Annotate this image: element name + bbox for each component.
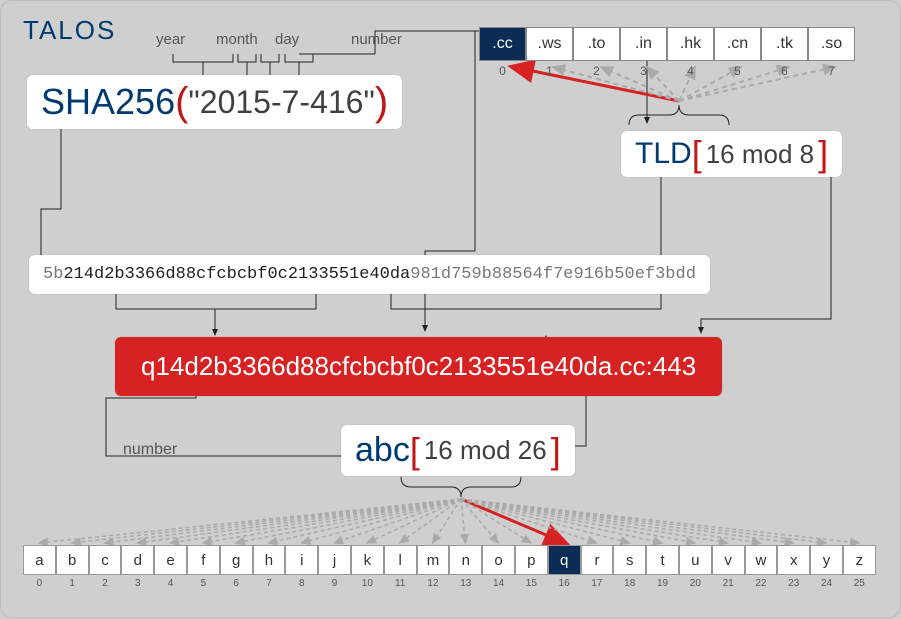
tld-cell-1: .ws1 xyxy=(526,27,573,61)
alpha-idx-6: 6 xyxy=(221,578,252,589)
alpha-cell-t: t19 xyxy=(646,545,679,575)
paren-open: ( xyxy=(175,86,188,118)
tld-idx-0: 0 xyxy=(480,64,525,78)
tld-idx-6: 6 xyxy=(762,64,807,78)
alpha-cell-y: y24 xyxy=(810,545,843,575)
abc-box: abc [ 16 mod 26 ] xyxy=(341,425,575,476)
alpha-idx-23: 23 xyxy=(778,578,809,589)
alpha-idx-4: 4 xyxy=(155,578,186,589)
hash-p3: 981d759b88564f7e916b50ef3bdd xyxy=(410,265,696,284)
alpha-idx-24: 24 xyxy=(811,578,842,589)
alpha-idx-7: 7 xyxy=(254,578,285,589)
alpha-idx-14: 14 xyxy=(483,578,514,589)
alpha-idx-25: 25 xyxy=(844,578,875,589)
tld-idx-1: 1 xyxy=(527,64,572,78)
alpha-idx-22: 22 xyxy=(746,578,777,589)
alpha-cell-d: d3 xyxy=(121,545,154,575)
tld-cell-2: .to2 xyxy=(573,27,620,61)
alpha-cell-n: n13 xyxy=(449,545,482,575)
alpha-cell-r: r17 xyxy=(581,545,614,575)
alpha-cell-i: i8 xyxy=(285,545,318,575)
alpha-cell-x: x23 xyxy=(777,545,810,575)
alpha-cell-w: w22 xyxy=(745,545,778,575)
bracket-open: [ xyxy=(692,141,702,166)
alpha-cell-j: j9 xyxy=(318,545,351,575)
alpha-idx-8: 8 xyxy=(286,578,317,589)
tld-cell-5: .cn5 xyxy=(714,27,761,61)
alpha-cell-c: c2 xyxy=(89,545,122,575)
alpha-idx-11: 11 xyxy=(385,578,416,589)
alpha-cell-q: q16 xyxy=(548,545,581,575)
tld-cell-7: .so7 xyxy=(808,27,855,61)
alpha-cell-u: u20 xyxy=(679,545,712,575)
result-box: q14d2b3366d88cfcbcbf0c2133551e40da.cc:44… xyxy=(115,337,722,396)
tld-idx-7: 7 xyxy=(809,64,854,78)
label-month: month xyxy=(216,31,258,48)
tld-cell-4: .hk4 xyxy=(667,27,714,61)
label-number2: number xyxy=(123,441,177,459)
alpha-cell-f: f5 xyxy=(187,545,220,575)
alpha-cell-l: l11 xyxy=(384,545,417,575)
alpha-idx-3: 3 xyxy=(122,578,153,589)
alpha-idx-19: 19 xyxy=(647,578,678,589)
tld-idx-2: 2 xyxy=(574,64,619,78)
alpha-idx-18: 18 xyxy=(614,578,645,589)
hash-p2: 214d2b3366d88cfcbcbf0c2133551e40da xyxy=(63,265,410,284)
alpha-cell-o: o14 xyxy=(482,545,515,575)
sha256-box: SHA256 ( "2015-7-416" ) xyxy=(27,75,402,129)
alpha-cell-p: p15 xyxy=(515,545,548,575)
tld-label: TLD xyxy=(635,137,692,171)
logo: TALOS xyxy=(23,15,116,46)
alpha-idx-0: 0 xyxy=(24,578,55,589)
alpha-idx-20: 20 xyxy=(680,578,711,589)
bracket-close: ] xyxy=(818,141,828,166)
tld-table: .cc0.ws1.to2.in3.hk4.cn5.tk6.so7 xyxy=(479,27,855,61)
alpha-idx-17: 17 xyxy=(582,578,613,589)
tld-idx-3: 3 xyxy=(621,64,666,78)
alpha-cell-b: b1 xyxy=(56,545,89,575)
alpha-idx-16: 16 xyxy=(549,578,580,589)
sha256-input: "2015-7-416" xyxy=(188,84,374,121)
bracket-open-2: [ xyxy=(410,438,420,463)
alpha-table: a0b1c2d3e4f5g6h7i8j9k10l11m12n13o14p15q1… xyxy=(23,545,876,575)
alpha-cell-k: k10 xyxy=(351,545,384,575)
alpha-cell-a: a0 xyxy=(23,545,56,575)
tld-cell-0: .cc0 xyxy=(479,27,526,61)
alpha-idx-1: 1 xyxy=(57,578,88,589)
alpha-idx-15: 15 xyxy=(516,578,547,589)
hash-box: 5b214d2b3366d88cfcbcbf0c2133551e40da981d… xyxy=(29,255,710,294)
alpha-cell-m: m12 xyxy=(417,545,450,575)
abc-label: abc xyxy=(355,431,410,470)
tld-expr: 16 mod 8 xyxy=(702,139,818,170)
alpha-idx-2: 2 xyxy=(90,578,121,589)
alpha-cell-h: h7 xyxy=(253,545,286,575)
bracket-close-2: ] xyxy=(551,438,561,463)
label-day: day xyxy=(275,31,299,48)
alpha-cell-s: s18 xyxy=(613,545,646,575)
alpha-cell-e: e4 xyxy=(154,545,187,575)
alpha-idx-9: 9 xyxy=(319,578,350,589)
alpha-idx-13: 13 xyxy=(450,578,481,589)
hash-p1: 5b xyxy=(43,265,63,284)
alpha-idx-10: 10 xyxy=(352,578,383,589)
alpha-cell-z: z25 xyxy=(843,545,876,575)
tld-cell-6: .tk6 xyxy=(761,27,808,61)
alpha-cell-g: g6 xyxy=(220,545,253,575)
tld-idx-4: 4 xyxy=(668,64,713,78)
label-number: number xyxy=(351,31,402,48)
paren-close: ) xyxy=(375,86,388,118)
tld-idx-5: 5 xyxy=(715,64,760,78)
abc-expr: 16 mod 26 xyxy=(420,435,551,466)
alpha-cell-v: v21 xyxy=(712,545,745,575)
alpha-idx-12: 12 xyxy=(418,578,449,589)
tld-box: TLD [ 16 mod 8 ] xyxy=(621,131,842,177)
alpha-idx-21: 21 xyxy=(713,578,744,589)
label-year: year xyxy=(156,31,185,48)
tld-cell-3: .in3 xyxy=(620,27,667,61)
alpha-idx-5: 5 xyxy=(188,578,219,589)
sha256-label: SHA256 xyxy=(41,81,175,123)
